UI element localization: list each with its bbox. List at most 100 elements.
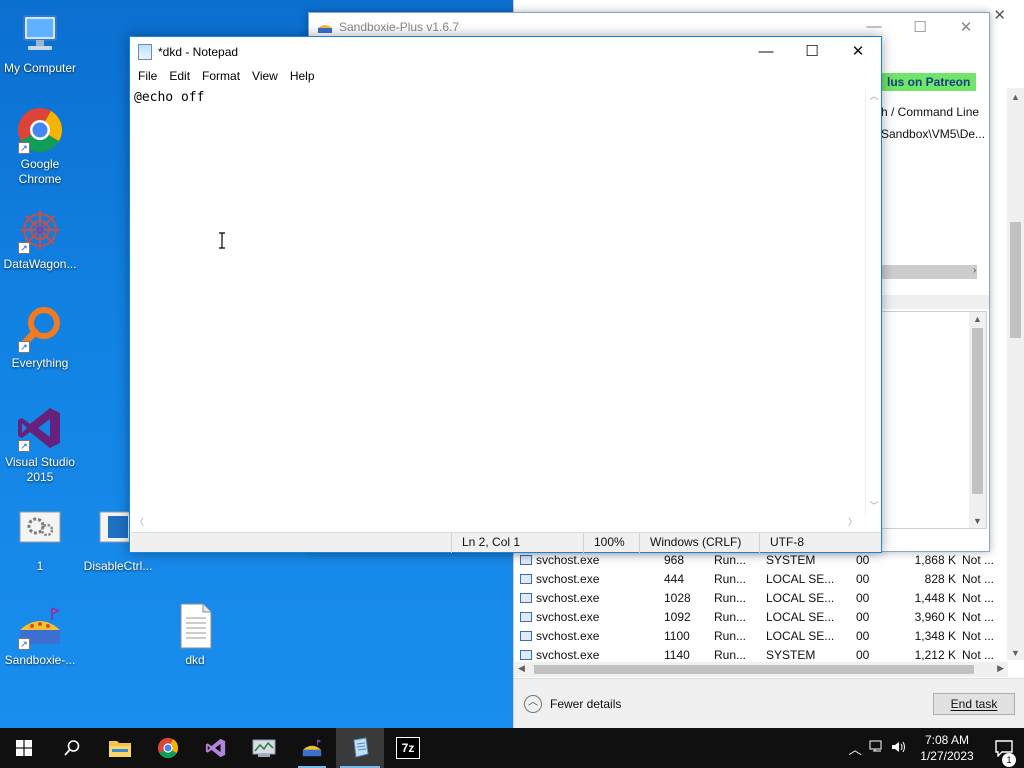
search-icon	[64, 740, 80, 756]
desktop-icon-visual-studio[interactable]: ↗ Visual Studio 2015	[0, 404, 80, 485]
taskbar-clock[interactable]: 7:08 AM 1/27/2023	[910, 732, 984, 764]
menu-help[interactable]: Help	[284, 67, 321, 87]
scroll-up-arrow-icon[interactable]: ▲	[973, 314, 982, 324]
action-center-button[interactable]: 1	[984, 739, 1024, 767]
menu-edit[interactable]: Edit	[163, 67, 196, 87]
minimize-icon[interactable]: —	[851, 18, 897, 36]
detail-panel-scrollbar[interactable]: ▲ ▼	[969, 312, 986, 528]
everything-search-icon: ↗	[16, 305, 64, 353]
scrollbar-thumb[interactable]	[534, 665, 974, 674]
process-uac: Not ...	[962, 647, 995, 662]
scroll-up-arrow-icon[interactable]: ︿	[866, 89, 882, 102]
column-cell-path[interactable]: Sandbox\VM5\De...	[881, 123, 989, 145]
scroll-right-arrow-icon[interactable]: 〉	[848, 515, 857, 528]
minimize-icon[interactable]: —	[743, 37, 789, 67]
text-file-icon	[171, 602, 219, 650]
status-cursor-position: Ln 2, Col 1	[451, 533, 583, 553]
task-manager-vertical-scrollbar[interactable]: ▲ ▼	[1007, 88, 1024, 660]
notepad-menubar: File Edit Format View Help	[130, 67, 881, 87]
taskbar-visual-studio[interactable]	[192, 728, 240, 768]
scroll-left-arrow-icon[interactable]: ◀	[518, 663, 525, 674]
text-line: @echo off	[134, 90, 205, 105]
close-icon[interactable]: ✕	[835, 37, 881, 67]
table-row[interactable]: svchost.exe 1100 Run... LOCAL SE... 00 1…	[514, 626, 1009, 645]
notepad-titlebar[interactable]: *dkd - Notepad — ☐ ✕	[130, 37, 881, 67]
taskbar-file-explorer[interactable]	[96, 728, 144, 768]
sandboxie-icon	[302, 739, 322, 757]
desktop-icon-dkd[interactable]: dkd	[155, 602, 235, 668]
chevron-up-icon[interactable]: ︿	[844, 739, 866, 758]
process-icon	[520, 649, 532, 660]
menu-format[interactable]: Format	[196, 67, 246, 87]
datawagon-icon: ↗	[16, 206, 64, 254]
end-task-button[interactable]: End task	[933, 692, 1015, 715]
taskbar-7zip[interactable]: 7z	[384, 728, 432, 768]
menu-file[interactable]: File	[132, 67, 163, 87]
sandboxie-splitter[interactable]	[881, 295, 989, 309]
taskbar-task-manager[interactable]	[240, 728, 288, 768]
process-status: Run...	[714, 628, 747, 643]
fewer-details-button[interactable]: ︿ Fewer details	[524, 694, 622, 713]
process-pid: 1092	[664, 609, 691, 624]
process-pid: 444	[664, 571, 685, 586]
notepad-vertical-scrollbar[interactable]: ︿ ﹀	[865, 87, 881, 514]
table-row[interactable]: svchost.exe 1092 Run... LOCAL SE... 00 3…	[514, 607, 1009, 626]
table-row[interactable]: svchost.exe 1028 Run... LOCAL SE... 00 1…	[514, 588, 1009, 607]
notepad-text-area[interactable]: @echo off	[131, 87, 865, 514]
notepad-horizontal-scrollbar[interactable]: 〈 〉	[131, 514, 865, 530]
notepad-statusbar: Ln 2, Col 1 100% Windows (CRLF) UTF-8	[131, 532, 881, 553]
process-status: Run...	[714, 571, 747, 586]
desktop-icon-label: DataWagon...	[3, 257, 77, 271]
sandboxie-detail-panel: ▲ ▼	[881, 311, 987, 529]
notepad-icon	[138, 44, 152, 60]
scroll-down-arrow-icon[interactable]: ﹀	[866, 499, 882, 512]
process-user: SYSTEM	[766, 647, 816, 662]
menu-view[interactable]: View	[246, 67, 284, 87]
sandboxie-caption-buttons: — ☐ ✕	[851, 18, 989, 36]
scrollbar-thumb[interactable]	[1010, 222, 1021, 338]
process-icon	[520, 592, 532, 603]
volume-icon[interactable]	[888, 740, 910, 757]
table-row[interactable]: svchost.exe 444 Run... LOCAL SE... 00 82…	[514, 569, 1009, 588]
taskbar-chrome[interactable]	[144, 728, 192, 768]
desktop-icon-google-chrome[interactable]: ↗ Google Chrome	[0, 106, 80, 187]
close-icon[interactable]: ✕	[993, 6, 1006, 24]
sandboxie-path-column: h / Command Line Sandbox\VM5\De...	[881, 101, 989, 145]
search-button[interactable]	[48, 728, 96, 768]
network-icon[interactable]	[866, 740, 888, 757]
scrollbar-thumb[interactable]	[972, 328, 983, 494]
scroll-left-arrow-icon[interactable]: 〈	[135, 515, 144, 528]
maximize-icon[interactable]: ☐	[789, 37, 835, 67]
start-button[interactable]	[0, 728, 48, 768]
desktop-icon-datawagon[interactable]: ↗ DataWagon...	[0, 206, 80, 272]
clock-date: 1/27/2023	[920, 749, 974, 763]
scroll-up-arrow-icon[interactable]: ▲	[1011, 92, 1020, 102]
process-memory: 1,448 K	[914, 590, 956, 605]
taskbar-sandboxie[interactable]	[288, 728, 336, 768]
scroll-right-arrow-icon[interactable]: ›	[973, 265, 976, 276]
desktop-icon-everything[interactable]: ↗ Everything	[0, 305, 80, 371]
shortcut-arrow-icon: ↗	[18, 142, 30, 154]
process-name: svchost.exe	[536, 647, 600, 662]
settings-file-icon	[16, 508, 64, 556]
desktop-icon-my-computer[interactable]: My Computer	[0, 10, 80, 76]
process-icon	[520, 630, 532, 641]
desktop-icon-sandboxie[interactable]: ↗ Sandboxie-...	[0, 602, 80, 668]
scroll-down-arrow-icon[interactable]: ▼	[973, 516, 982, 526]
column-header-command-line[interactable]: h / Command Line	[881, 101, 989, 123]
desktop-icon-1[interactable]: 1	[0, 508, 80, 574]
taskbar-notepad[interactable]	[336, 728, 384, 768]
scroll-right-arrow-icon[interactable]: ▶	[997, 663, 1004, 674]
close-icon[interactable]: ✕	[943, 18, 989, 36]
notepad-window[interactable]: *dkd - Notepad — ☐ ✕ File Edit Format Vi…	[129, 36, 882, 553]
desktop-icon-label: Google Chrome	[18, 157, 62, 186]
process-cpu: 00	[856, 647, 870, 662]
sandboxie-horizontal-scrollbar-thumb[interactable]	[881, 265, 977, 279]
fewer-details-label: Fewer details	[550, 696, 622, 711]
maximize-icon[interactable]: ☐	[897, 18, 943, 36]
patreon-banner[interactable]: lus on Patreon	[881, 73, 977, 91]
task-manager-horizontal-scrollbar[interactable]: ◀ ▶	[514, 662, 1008, 677]
scroll-down-arrow-icon[interactable]: ▼	[1011, 648, 1020, 658]
process-icon	[520, 611, 532, 622]
sandboxie-title: Sandboxie-Plus v1.6.7	[339, 20, 460, 34]
